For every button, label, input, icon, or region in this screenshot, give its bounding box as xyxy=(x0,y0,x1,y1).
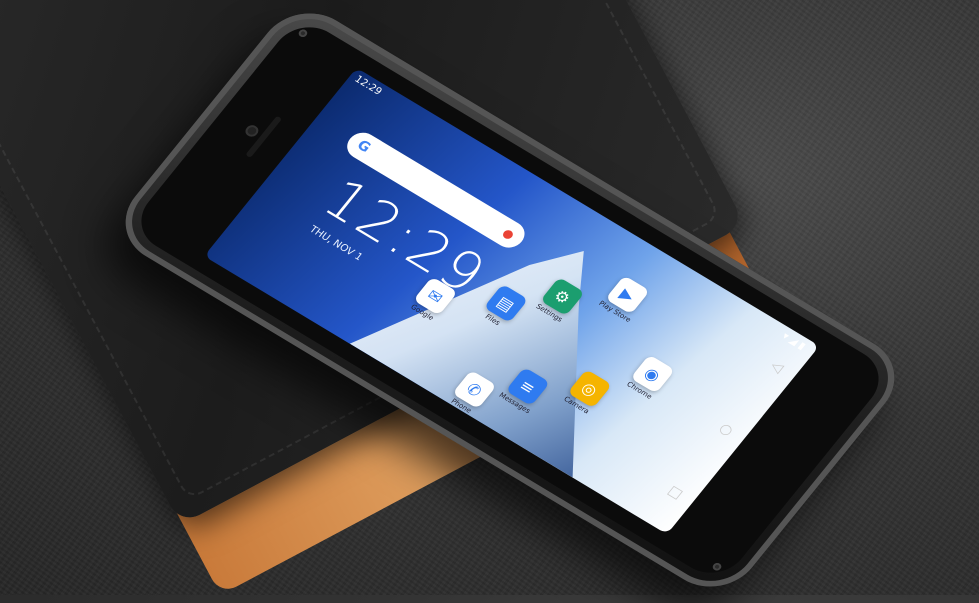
recents-button[interactable]: □ xyxy=(664,483,686,502)
app-chrome[interactable]: ◉ Chrome xyxy=(622,354,677,403)
lockscreen-clock: 12:29 xyxy=(310,167,499,308)
home-button[interactable]: ○ xyxy=(716,420,737,439)
screw xyxy=(711,561,724,572)
navigation-bar: ◁ ○ □ xyxy=(633,325,820,534)
app-play-store[interactable]: ▶ Play Store xyxy=(597,274,652,324)
google-logo-icon: G xyxy=(353,137,374,156)
back-button[interactable]: ◁ xyxy=(767,358,786,376)
status-time: 12:29 xyxy=(352,74,384,98)
mic-icon[interactable]: ● xyxy=(500,226,518,242)
screw xyxy=(296,28,309,39)
front-camera xyxy=(242,123,261,139)
